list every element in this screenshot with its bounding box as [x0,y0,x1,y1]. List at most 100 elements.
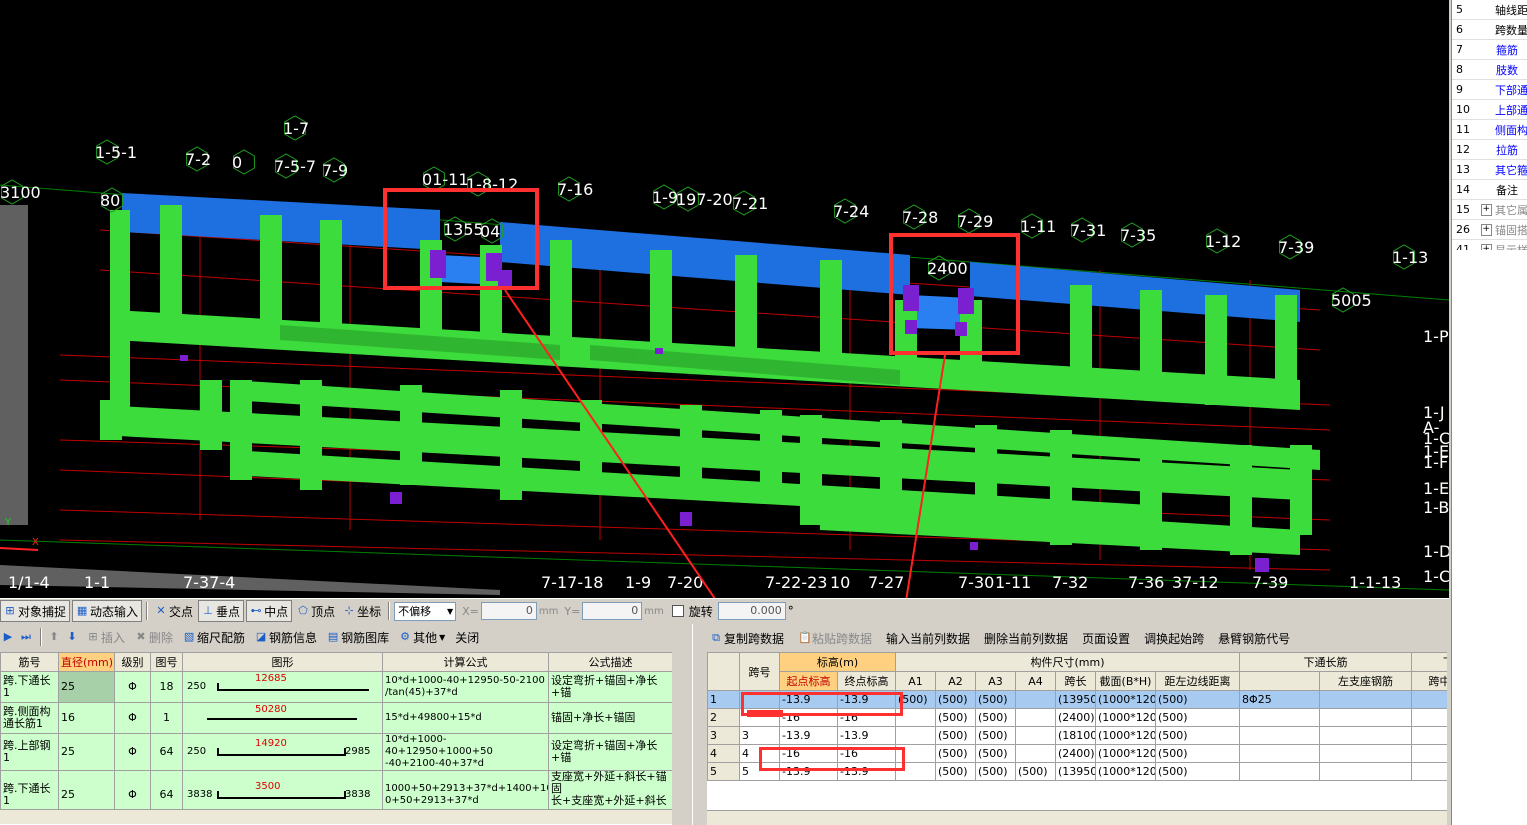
delete-column-button[interactable]: 删除当前列数据 [981,628,1071,648]
property-row[interactable]: 11 侧面构 [1452,120,1527,140]
table-row[interactable]: 5 5 -13.9 -13.9 (500) (500) (500) (13950 (1000*1… [707,762,1447,781]
rebar-name-cell[interactable]: 跨.侧面构 通长筋1 [0,702,59,734]
span-end-cell[interactable]: -13.9 [837,762,896,781]
span-len-cell[interactable]: (18100 [1055,726,1096,745]
rebar-formula-cell[interactable]: 15*d+49800+15*d [382,702,549,734]
span-midspan-cell[interactable] [1411,726,1447,745]
rotate-checkbox[interactable] [671,605,684,617]
span-a3-cell[interactable]: (500) [975,744,1016,763]
rebar-shape-cell[interactable]: 250 14920 2985 [182,733,383,771]
span-bottom-cell[interactable] [1239,708,1321,727]
span-a2-cell[interactable]: (500) [935,708,976,727]
table-row[interactable]: 4 4 -16 -16 (500) (500) (2400) (1000*120 (500) [707,744,1447,763]
span-len-cell[interactable]: (13950 [1055,762,1096,781]
span-span-cell[interactable] [739,708,780,727]
span-left-support-cell[interactable] [1319,708,1413,727]
property-row[interactable]: 5 轴线距 [1452,0,1527,20]
property-row[interactable]: 6 跨数量 [1452,20,1527,40]
span-a3-cell[interactable]: (500) [975,708,1016,727]
rotate-input[interactable]: 0.000 [717,602,786,620]
span-a1-cell[interactable] [895,726,936,745]
close-button[interactable]: 关闭 [452,627,482,647]
dynamic-input-button[interactable]: ▦ 动态输入 [72,600,143,622]
property-row[interactable]: 10 上部通 [1452,100,1527,120]
rebar-formula-cell[interactable]: 10*d+1000-40+12950-50-2100 /tan(45)+37*d [382,671,549,703]
rebar-name-cell[interactable]: 跨.下通长 1 [0,671,59,703]
rebar-name-cell[interactable]: 跨.上部钢 1 [0,733,59,771]
span-bottom-cell[interactable] [1239,762,1321,781]
property-row[interactable]: 15 + 其它属 [1452,200,1527,220]
span-sec-cell[interactable]: (1000*120 [1095,762,1156,781]
span-a2-cell[interactable]: (500) [935,726,976,745]
span-span-cell[interactable]: 5 [739,762,780,781]
rebar-desc-cell[interactable]: 设定弯折+锚固+净长+锚 [548,733,672,771]
span-a4-cell[interactable] [1015,726,1056,745]
move-up-icon[interactable]: ⬆ [48,631,60,643]
rebar-library-button[interactable]: ▤ 钢筋图库 [324,627,392,647]
span-a1-cell[interactable] [895,762,936,781]
property-row[interactable]: 26 + 锚固搭 [1452,220,1527,240]
span-len-cell[interactable]: (2400) [1055,708,1096,727]
horizontal-scrollbar[interactable] [0,809,672,824]
span-len-cell[interactable]: (13950 [1055,690,1096,709]
delete-button[interactable]: ✖ 删除 [132,627,176,647]
span-a2-cell[interactable]: (500) [935,744,976,763]
span-a4-cell[interactable] [1015,708,1056,727]
span-left-support-cell[interactable] [1319,690,1413,709]
span-a4-cell[interactable]: (500) [1015,762,1056,781]
input-column-button[interactable]: 输入当前列数据 [883,628,973,648]
rebar-desc-cell[interactable]: 锚固+净长+锚固 [548,702,672,734]
next-icon[interactable]: ▶ [2,631,14,643]
span-end-cell[interactable]: -16 [837,744,896,763]
copy-span-button[interactable]: ⧉ 复制跨数据 [707,628,787,648]
page-setup-button[interactable]: 页面设置 [1079,628,1133,648]
span-end-cell[interactable]: -13.9 [837,726,896,745]
span-a4-cell[interactable] [1015,744,1056,763]
span-start-cell[interactable]: -13.9 [779,690,838,709]
span-span-cell[interactable]: 4 [739,744,780,763]
intersection-snap-button[interactable]: ✕ 交点 [152,601,196,621]
horizontal-scrollbar[interactable] [707,810,1447,825]
span-a1-cell[interactable] [895,708,936,727]
span-a4-cell[interactable] [1015,690,1056,709]
span-a2-cell[interactable]: (500) [935,762,976,781]
midpoint-snap-button[interactable]: ⊷ 中点 [246,600,293,622]
span-sec-cell[interactable]: (1000*120 [1095,690,1156,709]
span-a2-cell[interactable]: (500) [935,690,976,709]
property-row[interactable]: 7 箍筋 [1452,40,1527,60]
expand-icon[interactable]: + [1480,203,1492,216]
other-menu-button[interactable]: ⚙ 其他 ▼ [396,627,448,647]
paste-span-button[interactable]: 📋 粘贴跨数据 [795,628,875,648]
span-midspan-cell[interactable] [1411,744,1447,763]
span-left-support-cell[interactable] [1319,744,1413,763]
rebar-info-button[interactable]: ◪ 钢筋信息 [252,627,320,647]
table-row[interactable]: 跨.侧面构 通长筋1 16 Φ 1 50280 15*d+49800+15*d 锚固+净长+… [0,702,672,734]
span-end-cell[interactable]: -16 [837,708,896,727]
span-span-cell[interactable] [739,690,780,709]
span-midspan-cell[interactable] [1411,708,1447,727]
offset-mode-select[interactable]: 不偏移 ▼ [394,601,457,621]
rebar-shape-cell[interactable]: 250 12685 [182,671,383,703]
span-bottom-cell[interactable] [1239,744,1321,763]
insert-button[interactable]: ⊞ 插入 [84,627,128,647]
span-a3-cell[interactable]: (500) [975,726,1016,745]
move-down-icon[interactable]: ⬇ [66,631,78,643]
last-icon[interactable]: ⏭ [20,631,32,643]
span-left-support-cell[interactable] [1319,762,1413,781]
rebar-grade-cell[interactable]: Φ [114,733,151,771]
x-offset-input[interactable]: 0 [480,602,537,620]
span-end-cell[interactable]: -13.9 [837,690,896,709]
rebar-fig-cell[interactable]: 64 [150,733,183,771]
span-dist-cell[interactable]: (500) [1154,690,1241,709]
span-bottom-cell[interactable]: 8Φ25 [1239,690,1321,709]
rebar-desc-cell[interactable]: 设定弯折+锚固+净长+锚 [548,671,672,703]
property-row[interactable]: 12 拉筋 [1452,140,1527,160]
table-row[interactable]: 1 -13.9 -13.9 (500) (500) (500) (13950 (1000*12… [707,690,1447,709]
span-left-support-cell[interactable] [1319,726,1413,745]
model-viewport[interactable]: X Y 3100 1-5-1 1-7 7-2 0 7-5-7 7-9 01-11 1-8-12 1… [0,0,1449,598]
span-bottom-cell[interactable] [1239,726,1321,745]
coordinate-snap-button[interactable]: ⊹ 坐标 [340,601,384,621]
property-row[interactable]: 14 备注 [1452,180,1527,200]
span-dist-cell[interactable]: (500) [1154,708,1241,727]
rebar-diameter-cell[interactable]: 25 [58,733,115,771]
